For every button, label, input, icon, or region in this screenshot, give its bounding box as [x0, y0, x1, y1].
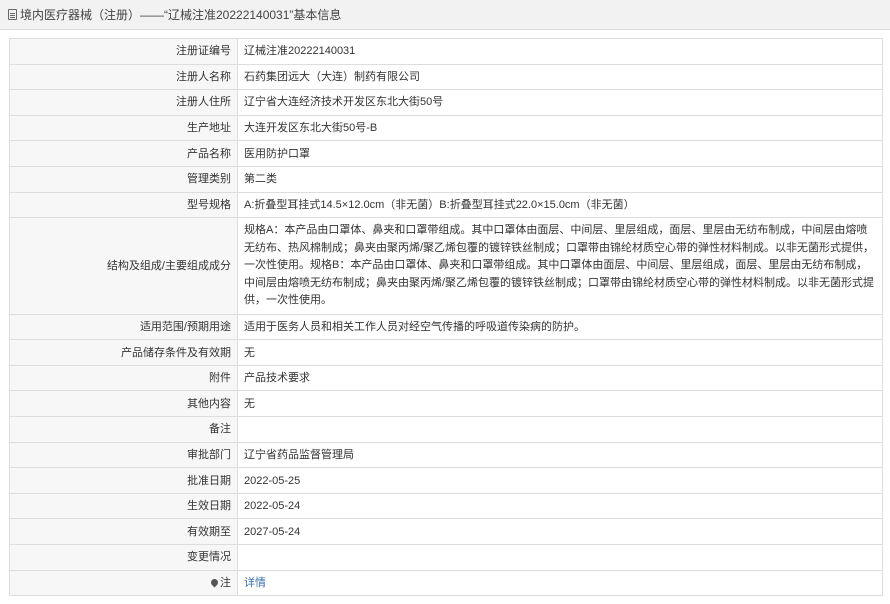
row-label: 备注	[9, 416, 238, 443]
table-row: 附件 产品技术要求	[9, 364, 883, 392]
row-label: 生产地址	[9, 114, 238, 142]
note-label-cell: 注	[9, 569, 238, 597]
row-value: 辽械注准20222140031	[237, 38, 883, 65]
table-row: 注册人住所 辽宁省大连经济技术开发区东北大街50号	[9, 89, 883, 116]
table-row: 生产地址 大连开发区东北大街50号-B	[9, 114, 883, 142]
row-label: 注册证编号	[9, 38, 238, 65]
row-value: 产品技术要求	[237, 364, 883, 392]
row-value: 石药集团远大（大连）制药有限公司	[237, 63, 883, 91]
row-value: 2027-05-24	[237, 518, 883, 545]
details-link[interactable]: 详情	[244, 577, 266, 589]
row-value: 2022-05-25	[237, 467, 883, 494]
row-label: 有效期至	[9, 518, 238, 545]
row-label: 结构及组成/主要组成成分	[9, 217, 238, 315]
row-value: 辽宁省大连经济技术开发区东北大街50号	[237, 89, 883, 116]
row-label: 管理类别	[9, 165, 238, 193]
row-value: 规格A：本产品由口罩体、鼻夹和口罩带组成。其中口罩体由面层、中间层、里层组成，面…	[237, 217, 883, 315]
table-row: 备注	[9, 416, 883, 443]
note-row: 注 详情	[9, 569, 883, 597]
row-value: 适用于医务人员和相关工作人员对经空气传播的呼吸道传染病的防护。	[237, 313, 883, 341]
row-label: 批准日期	[9, 467, 238, 494]
row-value: 无	[237, 390, 883, 418]
document-icon	[8, 9, 17, 20]
row-label: 注册人名称	[9, 63, 238, 91]
row-label: 变更情况	[9, 544, 238, 571]
table-row: 产品储存条件及有效期 无	[9, 339, 883, 366]
row-value	[237, 544, 883, 571]
table-row: 注册人名称 石药集团远大（大连）制药有限公司	[9, 63, 883, 91]
row-value: 辽宁省药品监督管理局	[237, 441, 883, 469]
table-row: 型号规格 A:折叠型耳挂式14.5×12.0cm（非无菌）B:折叠型耳挂式22.…	[9, 191, 883, 219]
table-row: 变更情况	[9, 544, 883, 571]
pin-icon	[209, 577, 220, 588]
row-label: 产品储存条件及有效期	[9, 339, 238, 366]
row-label: 产品名称	[9, 140, 238, 167]
row-label: 附件	[9, 364, 238, 392]
table-row: 结构及组成/主要组成成分 规格A：本产品由口罩体、鼻夹和口罩带组成。其中口罩体由…	[9, 217, 883, 315]
table-row: 审批部门 辽宁省药品监督管理局	[9, 441, 883, 469]
page-header: 境内医疗器械（注册）——“辽械注准20222140031”基本信息	[0, 0, 890, 30]
table-row: 管理类别 第二类	[9, 165, 883, 193]
page-title: 境内医疗器械（注册）——“辽械注准20222140031”基本信息	[20, 8, 342, 22]
row-label: 生效日期	[9, 492, 238, 520]
row-value	[237, 416, 883, 443]
table-row: 适用范围/预期用途 适用于医务人员和相关工作人员对经空气传播的呼吸道传染病的防护…	[9, 313, 883, 341]
row-value: 2022-05-24	[237, 492, 883, 520]
row-value: A:折叠型耳挂式14.5×12.0cm（非无菌）B:折叠型耳挂式22.0×15.…	[237, 191, 883, 219]
table-row: 其他内容 无	[9, 390, 883, 418]
row-value: 第二类	[237, 165, 883, 193]
table-row: 产品名称 医用防护口罩	[9, 140, 883, 167]
row-label: 其他内容	[9, 390, 238, 418]
row-value: 无	[237, 339, 883, 366]
row-label: 型号规格	[9, 191, 238, 219]
note-value-cell: 详情	[237, 569, 883, 597]
note-label: 注	[220, 576, 231, 589]
row-value: 大连开发区东北大街50号-B	[237, 114, 883, 142]
table-row: 有效期至 2027-05-24	[9, 518, 883, 545]
table-row: 批准日期 2022-05-25	[9, 467, 883, 494]
row-label: 注册人住所	[9, 89, 238, 116]
row-label: 审批部门	[9, 441, 238, 469]
row-label: 适用范围/预期用途	[9, 313, 238, 341]
info-table: 注册证编号 辽械注准20222140031 注册人名称 石药集团远大（大连）制药…	[9, 38, 883, 597]
row-value: 医用防护口罩	[237, 140, 883, 167]
table-row: 注册证编号 辽械注准20222140031	[9, 38, 883, 65]
table-row: 生效日期 2022-05-24	[9, 492, 883, 520]
